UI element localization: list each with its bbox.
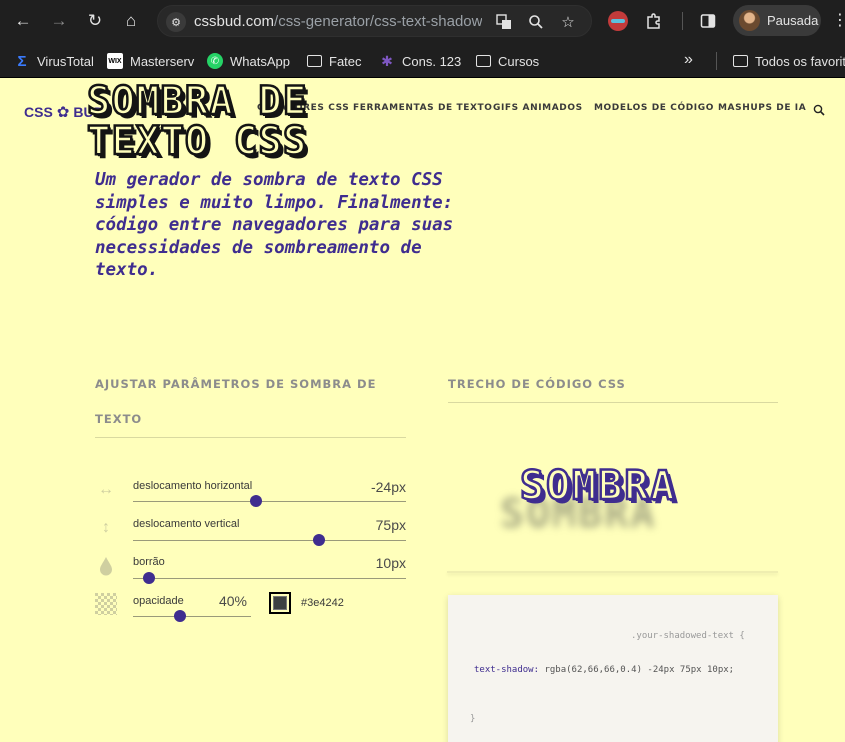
code-snippet-box[interactable]: .your-shadowed-text { text-shadow: rgba(…: [448, 595, 778, 742]
forward-icon[interactable]: →: [46, 8, 72, 34]
shadow-color-hex: #3e4242: [301, 597, 344, 609]
vertical-value: 75px: [375, 517, 406, 533]
horizontal-label: deslocamento horizontal: [133, 480, 253, 492]
bookmark-label: Todos os favoritos: [755, 53, 845, 69]
preview-divider: [447, 571, 778, 573]
code-close-brace: }: [470, 714, 476, 724]
blur-slider[interactable]: [133, 578, 406, 579]
extension-spy-icon[interactable]: [606, 9, 630, 33]
vertical-slider[interactable]: [133, 540, 406, 541]
vertical-arrows-icon: ↕: [102, 519, 110, 536]
preview-text: SOMBRA: [519, 462, 677, 511]
profile-button[interactable]: Pausada: [733, 5, 821, 36]
code-value: rgba(62,66,66,0.4) -24px 75px 10px;: [544, 665, 735, 675]
page-content: CSS ✿ BUD GERADORES CSS FERRAMENTAS DE T…: [0, 79, 845, 742]
code-selector: .your-shadowed-text {: [631, 631, 745, 641]
bookmark-label: Cons. 123: [402, 53, 462, 69]
bookmark-fatec[interactable]: Fatec: [307, 51, 362, 71]
bookmark-all[interactable]: Todos os favoritos: [733, 51, 845, 71]
bookmark-cursos[interactable]: Cursos: [476, 51, 539, 71]
nav-mashups[interactable]: MASHUPS DE IA: [718, 103, 806, 113]
menu-icon[interactable]: ⋮: [832, 11, 845, 31]
browser-toolbar: ← → ↻ ⌂ ⚙ cssbud.com/css-generator/css-t…: [0, 0, 845, 42]
bookmark-cons[interactable]: ✱ Cons. 123: [379, 51, 461, 71]
page-subtitle: Um gerador de sombra de texto CSS simple…: [95, 170, 454, 280]
page-title: SOMBRA DE TEXTO CSS: [86, 79, 308, 164]
bookmarks-divider: [716, 52, 717, 70]
logo-text-left: CSS: [24, 104, 53, 120]
folder-icon: [307, 55, 322, 67]
bookmarks-more-icon[interactable]: »: [684, 51, 693, 69]
horizontal-value: -24px: [370, 479, 406, 495]
translate-icon[interactable]: [493, 11, 515, 33]
vertical-slider-thumb[interactable]: [312, 534, 325, 546]
sidepanel-icon[interactable]: [696, 9, 720, 33]
avatar: [739, 10, 760, 31]
address-bar[interactable]: ⚙ cssbud.com/css-generator/css-text-shad…: [157, 5, 592, 37]
folder-icon: [733, 55, 748, 67]
bookmark-label: Masterserv: [130, 53, 195, 69]
opacity-label: opacidade: [133, 595, 184, 607]
horizontal-slider-thumb[interactable]: [249, 495, 262, 507]
bookmark-label: Cursos: [498, 53, 540, 69]
blur-slider-thumb[interactable]: [143, 572, 156, 584]
bookmark-label: Fatec: [329, 53, 362, 69]
horizontal-arrows-icon: ↔: [98, 481, 114, 498]
opacity-slider-thumb[interactable]: [174, 610, 187, 622]
search-icon[interactable]: [813, 103, 825, 116]
bookmark-virustotal[interactable]: Σ VirusTotal: [14, 51, 94, 71]
back-icon[interactable]: ←: [10, 8, 36, 34]
bookmark-label: VirusTotal: [37, 53, 94, 69]
virustotal-icon: Σ: [17, 52, 27, 70]
code-heading: TRECHO DE CÓDIGO CSS: [448, 377, 626, 391]
shadow-color-swatch[interactable]: [269, 592, 291, 614]
toolbar-divider: [682, 12, 683, 30]
profile-label: Pausada: [767, 13, 819, 28]
url-path: /css-generator/css-text-shadow-g...: [274, 13, 482, 30]
code-declaration: text-shadow: rgba(62,66,66,0.4) -24px 75…: [474, 665, 734, 675]
params-divider: [95, 437, 406, 438]
code-divider: [448, 402, 778, 403]
nav-gifs[interactable]: GIFS ANIMADOS: [493, 103, 583, 113]
url-text[interactable]: cssbud.com/css-generator/css-text-shadow…: [194, 13, 482, 30]
url-domain: cssbud.com: [194, 13, 275, 30]
bookmark-masterserv[interactable]: WIX Masterserv: [107, 51, 194, 71]
checker-icon: [95, 593, 117, 615]
wix-icon: WIX: [107, 53, 123, 69]
extension-icon[interactable]: [642, 9, 666, 33]
whatsapp-icon: ✆: [207, 53, 223, 69]
bookmarks-bar: Σ VirusTotal WIX Masterserv ✆ WhatsApp F…: [0, 42, 845, 78]
vertical-label: deslocamento vertical: [133, 518, 240, 530]
folder-icon: [476, 55, 491, 67]
star-icon[interactable]: ☆: [557, 11, 579, 33]
droplet-icon: [95, 555, 117, 577]
logo-flower-icon: ✿: [56, 104, 70, 121]
cons-icon: ✱: [381, 52, 393, 69]
blur-value: 10px: [375, 555, 406, 571]
zoom-icon[interactable]: [525, 11, 547, 33]
bookmark-label: WhatsApp: [230, 53, 290, 69]
params-heading: AJUSTAR PARÂMETROS DE SOMBRA DE TEXTO: [95, 377, 377, 426]
reload-icon[interactable]: ↻: [82, 8, 108, 34]
bookmark-whatsapp[interactable]: ✆ WhatsApp: [207, 51, 290, 71]
opacity-value: 40%: [218, 593, 247, 609]
code-property: text-shadow:: [474, 665, 540, 675]
blur-label: borrão: [133, 556, 165, 568]
tune-icon[interactable]: ⚙: [166, 12, 186, 32]
horizontal-slider[interactable]: [133, 501, 406, 502]
home-icon[interactable]: ⌂: [118, 8, 144, 34]
swatch-fill: [273, 596, 287, 610]
opacity-slider[interactable]: [133, 616, 251, 617]
nav-modelos[interactable]: MODELOS DE CÓDIGO: [594, 103, 714, 113]
